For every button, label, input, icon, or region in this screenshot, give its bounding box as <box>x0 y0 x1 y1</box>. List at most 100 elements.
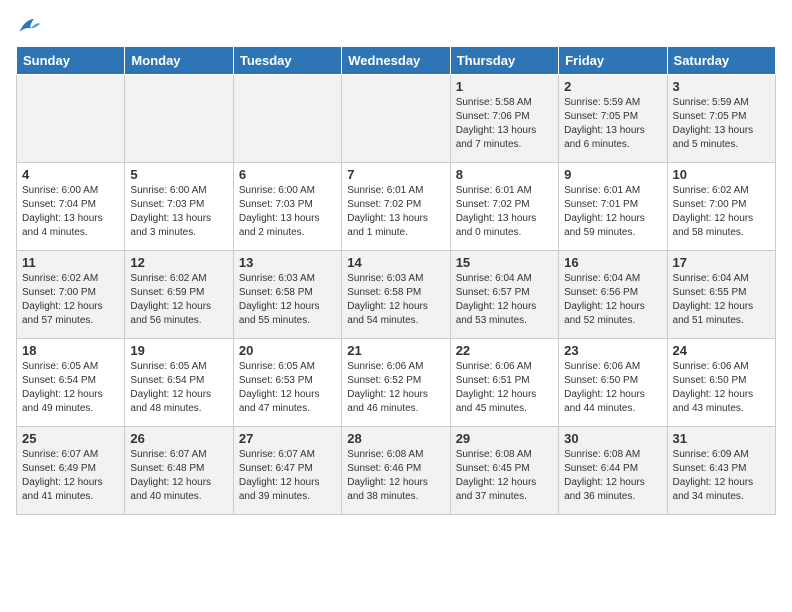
header-saturday: Saturday <box>667 47 775 75</box>
day-info: Sunrise: 6:08 AM Sunset: 6:44 PM Dayligh… <box>564 448 661 504</box>
day-cell: 22Sunrise: 6:06 AM Sunset: 6:51 PM Dayli… <box>450 339 558 427</box>
day-info: Sunrise: 6:02 AM Sunset: 7:00 PM Dayligh… <box>22 272 119 328</box>
day-info: Sunrise: 5:58 AM Sunset: 7:06 PM Dayligh… <box>456 96 553 152</box>
day-cell: 6 Sunrise: 6:00 AM Sunset: 7:03 PM Daylig… <box>233 163 341 251</box>
header-friday: Friday <box>559 47 667 75</box>
day-info: Sunrise: 6:01 AM Sunset: 7:02 PM Dayligh… <box>347 184 444 240</box>
day-number: 11 <box>22 255 119 270</box>
day-info: Sunrise: 6:05 AM Sunset: 6:54 PM Dayligh… <box>22 360 119 416</box>
day-cell: 7Sunrise: 6:01 AM Sunset: 7:02 PM Daylig… <box>342 163 450 251</box>
day-cell: 14Sunrise: 6:03 AM Sunset: 6:58 PM Dayli… <box>342 251 450 339</box>
day-info: Sunrise: 6:04 AM Sunset: 6:56 PM Dayligh… <box>564 272 661 328</box>
day-info: Sunrise: 6:08 AM Sunset: 6:46 PM Dayligh… <box>347 448 444 504</box>
day-cell: 27 Sunrise: 6:07 AM Sunset: 6:47 PM Dayli… <box>233 427 341 515</box>
day-info: Sunrise: 5:59 AM Sunset: 7:05 PM Dayligh… <box>673 96 770 152</box>
day-number: 4 <box>22 167 119 182</box>
day-number: 5 <box>130 167 227 182</box>
day-cell: 30 Sunrise: 6:08 AM Sunset: 6:44 PM Dayli… <box>559 427 667 515</box>
day-info: Sunrise: 6:04 AM Sunset: 6:57 PM Dayligh… <box>456 272 553 328</box>
day-cell: 20 Sunrise: 6:05 AM Sunset: 6:53 PM Dayli… <box>233 339 341 427</box>
day-cell: 9 Sunrise: 6:01 AM Sunset: 7:01 PM Daylig… <box>559 163 667 251</box>
day-number: 6 <box>239 167 336 182</box>
day-number: 24 <box>673 343 770 358</box>
day-number: 2 <box>564 79 661 94</box>
day-number: 25 <box>22 431 119 446</box>
day-cell: 3 Sunrise: 5:59 AM Sunset: 7:05 PM Daylig… <box>667 75 775 163</box>
logo <box>16 16 42 36</box>
day-cell: 17 Sunrise: 6:04 AM Sunset: 6:55 PM Dayli… <box>667 251 775 339</box>
page-header <box>16 16 776 36</box>
day-cell: 18 Sunrise: 6:05 AM Sunset: 6:54 PM Dayli… <box>17 339 125 427</box>
header-tuesday: Tuesday <box>233 47 341 75</box>
week-row-2: 4 Sunrise: 6:00 AM Sunset: 7:04 PM Daylig… <box>17 163 776 251</box>
day-number: 31 <box>673 431 770 446</box>
day-number: 12 <box>130 255 227 270</box>
day-cell: 11 Sunrise: 6:02 AM Sunset: 7:00 PM Dayli… <box>17 251 125 339</box>
day-info: Sunrise: 6:07 AM Sunset: 6:48 PM Dayligh… <box>130 448 227 504</box>
header-thursday: Thursday <box>450 47 558 75</box>
day-number: 8 <box>456 167 553 182</box>
day-info: Sunrise: 6:07 AM Sunset: 6:47 PM Dayligh… <box>239 448 336 504</box>
day-number: 15 <box>456 255 553 270</box>
day-number: 20 <box>239 343 336 358</box>
day-info: Sunrise: 6:00 AM Sunset: 7:04 PM Dayligh… <box>22 184 119 240</box>
day-info: Sunrise: 6:06 AM Sunset: 6:52 PM Dayligh… <box>347 360 444 416</box>
day-info: Sunrise: 6:06 AM Sunset: 6:50 PM Dayligh… <box>564 360 661 416</box>
day-info: Sunrise: 6:07 AM Sunset: 6:49 PM Dayligh… <box>22 448 119 504</box>
day-cell <box>125 75 233 163</box>
day-number: 28 <box>347 431 444 446</box>
calendar-table: SundayMondayTuesdayWednesdayThursdayFrid… <box>16 46 776 515</box>
day-info: Sunrise: 6:01 AM Sunset: 7:01 PM Dayligh… <box>564 184 661 240</box>
day-number: 19 <box>130 343 227 358</box>
day-cell: 31Sunrise: 6:09 AM Sunset: 6:43 PM Dayli… <box>667 427 775 515</box>
day-info: Sunrise: 6:02 AM Sunset: 7:00 PM Dayligh… <box>673 184 770 240</box>
day-number: 21 <box>347 343 444 358</box>
header-monday: Monday <box>125 47 233 75</box>
day-cell <box>233 75 341 163</box>
day-info: Sunrise: 6:04 AM Sunset: 6:55 PM Dayligh… <box>673 272 770 328</box>
day-info: Sunrise: 6:06 AM Sunset: 6:50 PM Dayligh… <box>673 360 770 416</box>
day-cell <box>342 75 450 163</box>
day-info: Sunrise: 6:05 AM Sunset: 6:54 PM Dayligh… <box>130 360 227 416</box>
day-number: 1 <box>456 79 553 94</box>
week-row-3: 11 Sunrise: 6:02 AM Sunset: 7:00 PM Dayli… <box>17 251 776 339</box>
day-cell: 19 Sunrise: 6:05 AM Sunset: 6:54 PM Dayli… <box>125 339 233 427</box>
day-info: Sunrise: 6:05 AM Sunset: 6:53 PM Dayligh… <box>239 360 336 416</box>
day-cell: 10 Sunrise: 6:02 AM Sunset: 7:00 PM Dayli… <box>667 163 775 251</box>
day-cell: 25 Sunrise: 6:07 AM Sunset: 6:49 PM Dayli… <box>17 427 125 515</box>
day-number: 17 <box>673 255 770 270</box>
day-number: 29 <box>456 431 553 446</box>
day-info: Sunrise: 6:03 AM Sunset: 6:58 PM Dayligh… <box>239 272 336 328</box>
day-cell: 29Sunrise: 6:08 AM Sunset: 6:45 PM Dayli… <box>450 427 558 515</box>
day-info: Sunrise: 6:02 AM Sunset: 6:59 PM Dayligh… <box>130 272 227 328</box>
day-cell: 2 Sunrise: 5:59 AM Sunset: 7:05 PM Daylig… <box>559 75 667 163</box>
header-sunday: Sunday <box>17 47 125 75</box>
day-cell: 21 Sunrise: 6:06 AM Sunset: 6:52 PM Dayli… <box>342 339 450 427</box>
day-cell: 13 Sunrise: 6:03 AM Sunset: 6:58 PM Dayli… <box>233 251 341 339</box>
day-info: Sunrise: 6:00 AM Sunset: 7:03 PM Dayligh… <box>239 184 336 240</box>
day-cell: 16 Sunrise: 6:04 AM Sunset: 6:56 PM Dayli… <box>559 251 667 339</box>
day-number: 27 <box>239 431 336 446</box>
day-cell: 8 Sunrise: 6:01 AM Sunset: 7:02 PM Daylig… <box>450 163 558 251</box>
day-cell: 26Sunrise: 6:07 AM Sunset: 6:48 PM Dayli… <box>125 427 233 515</box>
logo-bird-icon <box>18 16 42 36</box>
day-cell: 24 Sunrise: 6:06 AM Sunset: 6:50 PM Dayli… <box>667 339 775 427</box>
day-number: 3 <box>673 79 770 94</box>
header-wednesday: Wednesday <box>342 47 450 75</box>
day-info: Sunrise: 6:01 AM Sunset: 7:02 PM Dayligh… <box>456 184 553 240</box>
week-row-5: 25 Sunrise: 6:07 AM Sunset: 6:49 PM Dayli… <box>17 427 776 515</box>
day-number: 30 <box>564 431 661 446</box>
day-number: 13 <box>239 255 336 270</box>
week-row-4: 18 Sunrise: 6:05 AM Sunset: 6:54 PM Dayli… <box>17 339 776 427</box>
day-cell: 23Sunrise: 6:06 AM Sunset: 6:50 PM Dayli… <box>559 339 667 427</box>
day-cell: 28 Sunrise: 6:08 AM Sunset: 6:46 PM Dayli… <box>342 427 450 515</box>
day-number: 14 <box>347 255 444 270</box>
day-number: 10 <box>673 167 770 182</box>
day-number: 18 <box>22 343 119 358</box>
day-number: 16 <box>564 255 661 270</box>
day-cell: 15 Sunrise: 6:04 AM Sunset: 6:57 PM Dayli… <box>450 251 558 339</box>
day-info: Sunrise: 6:06 AM Sunset: 6:51 PM Dayligh… <box>456 360 553 416</box>
day-info: Sunrise: 5:59 AM Sunset: 7:05 PM Dayligh… <box>564 96 661 152</box>
week-row-1: 1 Sunrise: 5:58 AM Sunset: 7:06 PM Daylig… <box>17 75 776 163</box>
day-number: 9 <box>564 167 661 182</box>
